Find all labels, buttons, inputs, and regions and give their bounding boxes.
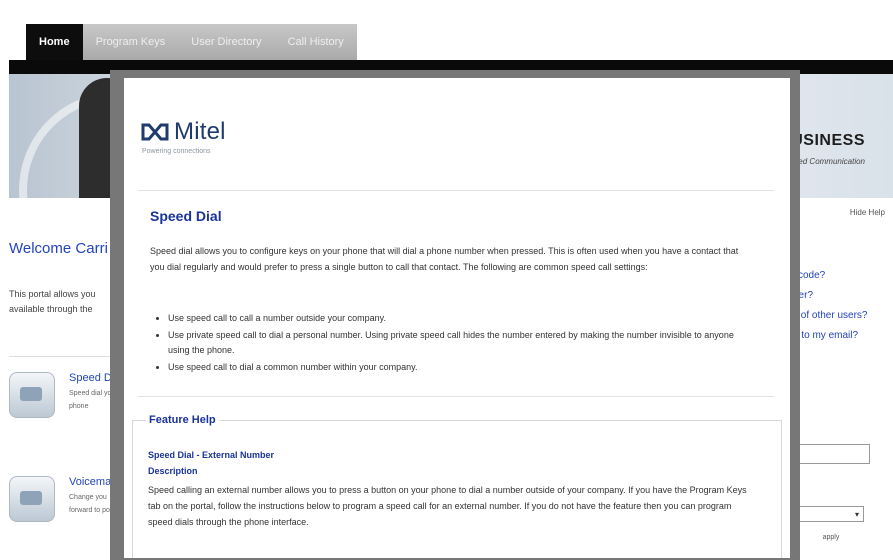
divider	[9, 356, 119, 357]
faq-links: scode? ber? s of other users? g to my em…	[793, 266, 867, 346]
speed-call-list: Use speed call to call a number outside …	[154, 311, 748, 377]
feature-help-subtitle: Speed Dial - External Number	[148, 450, 275, 460]
hide-help-link[interactable]: Hide Help	[850, 208, 885, 217]
feature-help-title: Feature Help	[146, 414, 219, 426]
divider	[138, 396, 774, 397]
tab-home[interactable]: Home	[26, 24, 83, 60]
faq-link[interactable]: g to my email?	[793, 326, 867, 346]
description-label: Description	[148, 466, 198, 476]
tab-user-directory[interactable]: User Directory	[178, 24, 275, 60]
mitel-logo-icon	[141, 123, 169, 141]
logo-tagline: Powering connections	[142, 148, 211, 155]
help-modal: Mitel Powering connections Speed Dial Sp…	[124, 78, 790, 558]
banner-subtitle: ed Communication	[798, 157, 865, 166]
logo-text: Mitel	[174, 118, 226, 145]
tab-program-keys[interactable]: Program Keys	[82, 24, 179, 60]
main-nav: Home Program Keys User Directory Call Hi…	[26, 24, 357, 60]
voicemail-icon	[9, 476, 55, 522]
divider	[138, 190, 774, 191]
right-select[interactable]: ▾	[796, 506, 864, 522]
list-item: Use private speed call to dial a persona…	[168, 328, 748, 358]
list-item: Use speed call to dial a common number w…	[168, 360, 748, 375]
list-item: Use speed call to call a number outside …	[168, 311, 748, 326]
right-text-input[interactable]	[796, 444, 870, 464]
speed-dial-icon	[9, 372, 55, 418]
mitel-logo: Mitel	[140, 118, 226, 146]
faq-link[interactable]: s of other users?	[793, 306, 867, 326]
faq-link[interactable]: ber?	[793, 286, 867, 306]
apply-button[interactable]: apply	[812, 534, 850, 546]
modal-title: Speed Dial	[150, 208, 222, 224]
faq-link[interactable]: scode?	[793, 266, 867, 286]
modal-paragraph: Speed dial allows you to configure keys …	[150, 246, 739, 272]
banner-title: USINESS	[791, 132, 865, 149]
welcome-heading: Welcome Carri	[9, 240, 108, 257]
feature-help-body: Speed calling an external number allows …	[148, 485, 747, 527]
tab-call-history[interactable]: Call History	[274, 24, 357, 60]
intro-text: This portal allows you available through…	[9, 289, 96, 314]
